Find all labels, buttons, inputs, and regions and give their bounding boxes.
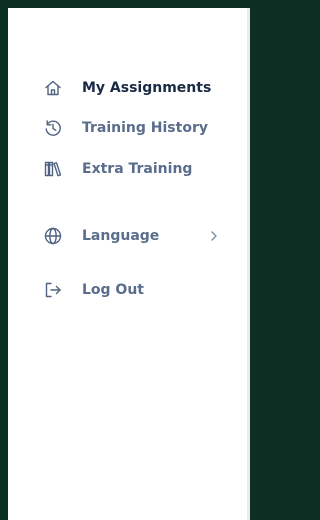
logout-icon <box>42 279 64 301</box>
menu-item-label: My Assignments <box>82 80 212 96</box>
menu-item-label: Language <box>82 228 160 244</box>
menu-item-log-out[interactable]: Log Out <box>42 278 144 302</box>
menu-item-label: Log Out <box>82 282 144 298</box>
menu-item-training-history[interactable]: Training History <box>42 116 208 140</box>
menu-item-extra-training[interactable]: Extra Training <box>42 157 192 181</box>
globe-icon <box>42 225 64 247</box>
chevron-right-icon <box>208 224 220 248</box>
menu-item-label: Extra Training <box>82 161 193 177</box>
side-menu-panel: My Assignments Training History Extra Tr… <box>8 8 250 520</box>
library-icon <box>42 158 64 180</box>
menu-item-my-assignments[interactable]: My Assignments <box>42 76 211 100</box>
home-icon <box>42 77 64 99</box>
history-icon <box>42 117 64 139</box>
panel-scrollbar-track <box>247 8 250 520</box>
menu-item-language[interactable]: Language <box>42 224 242 248</box>
app-frame: My Assignments Training History Extra Tr… <box>0 0 254 520</box>
menu-item-label: Training History <box>82 120 208 136</box>
